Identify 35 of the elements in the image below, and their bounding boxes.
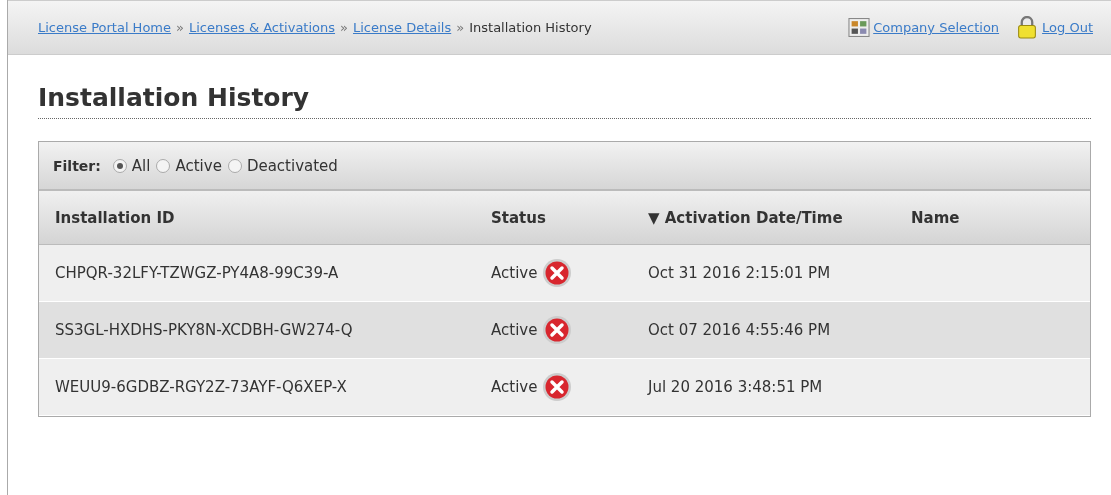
radio-button[interactable] bbox=[227, 158, 242, 173]
status-text: Active bbox=[491, 321, 538, 339]
filter-label: Filter: bbox=[53, 157, 101, 174]
activation-date: Jul 20 2016 3:48:51 PM bbox=[648, 378, 823, 396]
installation-id: CHPQR-32LFY-TZWGZ-PY4A8-99C39-A bbox=[55, 264, 339, 282]
grid-icon[interactable] bbox=[848, 18, 871, 37]
status-text: Active bbox=[491, 264, 538, 282]
page-title: Installation History bbox=[38, 83, 1091, 119]
sortable-column-header[interactable]: ▼ Activation Date/Time bbox=[648, 208, 843, 227]
breadcrumb-separator: » bbox=[456, 20, 465, 35]
deactivate-icon[interactable] bbox=[542, 315, 573, 345]
radio-label[interactable]: Deactivated bbox=[246, 156, 338, 175]
breadcrumb-current: Installation History bbox=[469, 20, 592, 35]
column-header: Installation ID bbox=[55, 208, 175, 227]
radio-button[interactable] bbox=[156, 158, 171, 173]
radio-label[interactable]: All bbox=[131, 156, 151, 175]
installation-id: WEUU9-6GDBZ-RGY2Z-73AYF-Q6XEP-X bbox=[55, 378, 347, 396]
activation-date: Oct 31 2016 2:15:01 PM bbox=[648, 264, 831, 282]
breadcrumb-link[interactable]: Licenses & Activations bbox=[189, 20, 336, 35]
radio-label[interactable]: Active bbox=[175, 156, 222, 175]
status-text: Active bbox=[491, 378, 538, 396]
breadcrumb-separator: » bbox=[176, 20, 184, 35]
deactivate-icon[interactable] bbox=[542, 258, 573, 288]
column-header: Status bbox=[491, 208, 546, 227]
header-link[interactable]: Log Out bbox=[1042, 20, 1093, 35]
padlock-icon[interactable] bbox=[1017, 16, 1038, 39]
breadcrumb-link[interactable]: License Portal Home bbox=[38, 20, 171, 35]
column-header: Name bbox=[911, 208, 960, 227]
installation-id: SS3GL-HXDHS-PKY8N-XCDBH-GW274-Q bbox=[55, 321, 353, 339]
deactivate-icon[interactable] bbox=[542, 372, 573, 402]
radio-button[interactable] bbox=[112, 158, 127, 173]
header-link[interactable]: Company Selection bbox=[873, 20, 1000, 35]
activation-date: Oct 07 2016 4:55:46 PM bbox=[648, 321, 831, 339]
breadcrumb-link[interactable]: License Details bbox=[353, 20, 452, 35]
breadcrumb-separator: » bbox=[340, 20, 348, 35]
